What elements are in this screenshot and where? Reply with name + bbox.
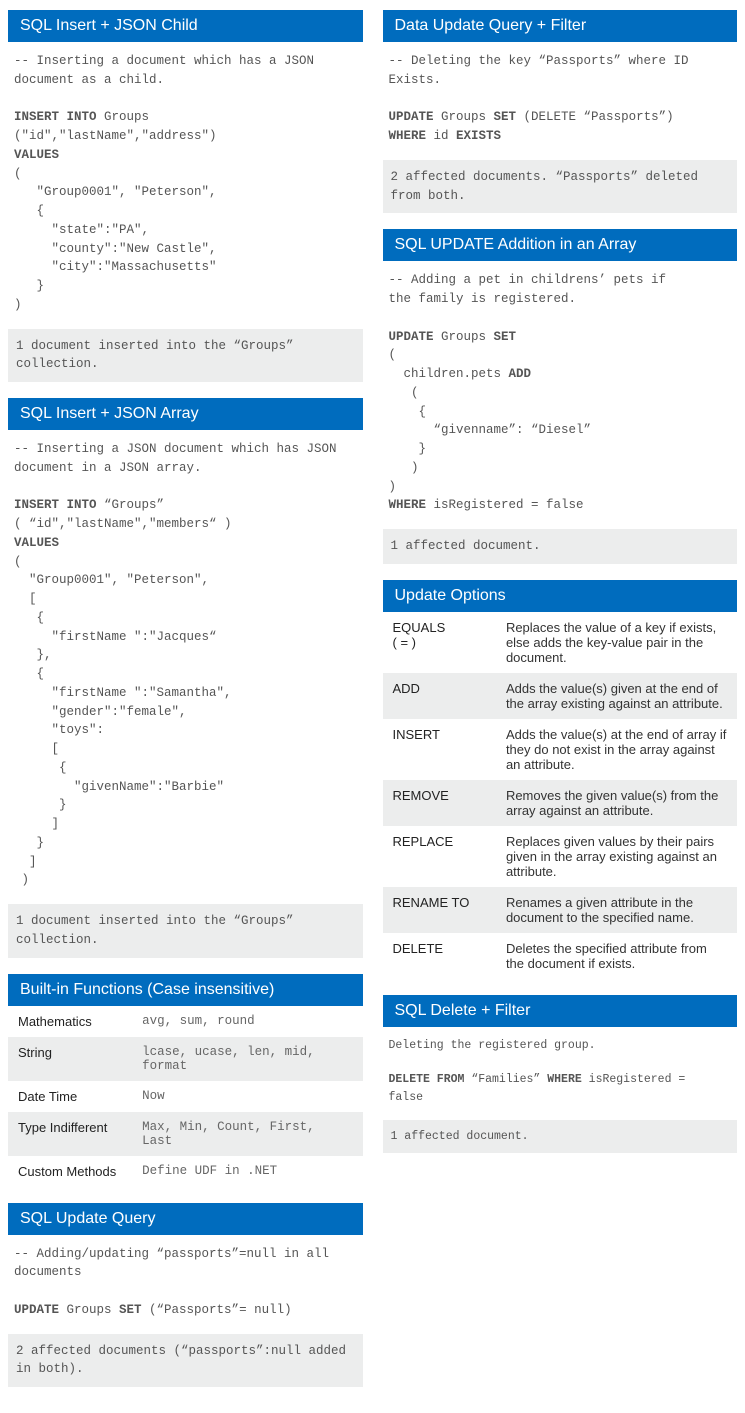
table-row: REMOVE Removes the given value(s) from t…	[383, 780, 738, 826]
code-insert-child: -- Inserting a document which has a JSON…	[8, 42, 363, 329]
card-builtin-functions: Built-in Functions (Case insensitive) Ma…	[8, 974, 363, 1187]
heading-delete-filter: SQL Delete + Filter	[383, 995, 738, 1027]
table-row: Mathematics avg, sum, round	[8, 1006, 363, 1037]
result-delete-filter: 1 affected document.	[383, 1120, 738, 1153]
result-update-query: 2 affected documents (“passports”:null a…	[8, 1334, 363, 1388]
builtins-table: Mathematics avg, sum, round String lcase…	[8, 1006, 363, 1187]
builtin-category: Custom Methods	[8, 1156, 132, 1187]
option-key: EQUALS ( = )	[383, 612, 496, 673]
code-delete-filter: Deleting the registered group. DELETE FR…	[383, 1027, 738, 1120]
option-description: Replaces the value of a key if exists, e…	[496, 612, 737, 673]
result-update-addition: 1 affected document.	[383, 529, 738, 564]
code-update-addition: -- Adding a pet in childrens’ pets if th…	[383, 261, 738, 529]
builtin-values: avg, sum, round	[132, 1006, 362, 1037]
builtin-category: Date Time	[8, 1081, 132, 1112]
code-update-filter: -- Deleting the key “Passports” where ID…	[383, 42, 738, 160]
option-description: Removes the given value(s) from the arra…	[496, 780, 737, 826]
table-row: DELETE Deletes the specified attribute f…	[383, 933, 738, 979]
heading-insert-child: SQL Insert + JSON Child	[8, 10, 363, 42]
heading-insert-array: SQL Insert + JSON Array	[8, 398, 363, 430]
table-row: Date Time Now	[8, 1081, 363, 1112]
builtin-values: lcase, ucase, len, mid, format	[132, 1037, 362, 1081]
card-insert-json-array: SQL Insert + JSON Array -- Inserting a J…	[8, 398, 363, 958]
option-description: Renames a given attribute in the documen…	[496, 887, 737, 933]
table-row: ADD Adds the value(s) given at the end o…	[383, 673, 738, 719]
card-insert-json-child: SQL Insert + JSON Child -- Inserting a d…	[8, 10, 363, 382]
table-row: Type Indifferent Max, Min, Count, First,…	[8, 1112, 363, 1156]
card-update-options: Update Options EQUALS ( = ) Replaces the…	[383, 580, 738, 979]
option-description: Adds the value(s) given at the end of th…	[496, 673, 737, 719]
result-insert-child: 1 document inserted into the “Groups” co…	[8, 329, 363, 383]
code-insert-array: -- Inserting a JSON document which has J…	[8, 430, 363, 904]
code-update-query: -- Adding/updating “passports”=null in a…	[8, 1235, 363, 1334]
option-key: RENAME TO	[383, 887, 496, 933]
table-row: INSERT Adds the value(s) at the end of a…	[383, 719, 738, 780]
heading-update-filter: Data Update Query + Filter	[383, 10, 738, 42]
card-data-update-filter: Data Update Query + Filter -- Deleting t…	[383, 10, 738, 213]
builtin-values: Now	[132, 1081, 362, 1112]
left-column: SQL Insert + JSON Child -- Inserting a d…	[8, 10, 363, 1403]
option-description: Adds the value(s) at the end of array if…	[496, 719, 737, 780]
table-row: String lcase, ucase, len, mid, format	[8, 1037, 363, 1081]
update-options-table: EQUALS ( = ) Replaces the value of a key…	[383, 612, 738, 979]
table-row: Custom Methods Define UDF in .NET	[8, 1156, 363, 1187]
option-key: ADD	[383, 673, 496, 719]
option-key: DELETE	[383, 933, 496, 979]
option-description: Replaces given values by their pairs giv…	[496, 826, 737, 887]
heading-update-options: Update Options	[383, 580, 738, 612]
heading-update-query: SQL Update Query	[8, 1203, 363, 1235]
table-row: REPLACE Replaces given values by their p…	[383, 826, 738, 887]
builtin-values: Max, Min, Count, First, Last	[132, 1112, 362, 1156]
heading-update-addition: SQL UPDATE Addition in an Array	[383, 229, 738, 261]
builtin-category: Mathematics	[8, 1006, 132, 1037]
table-row: RENAME TO Renames a given attribute in t…	[383, 887, 738, 933]
builtin-category: Type Indifferent	[8, 1112, 132, 1156]
builtin-values: Define UDF in .NET	[132, 1156, 362, 1187]
option-key: INSERT	[383, 719, 496, 780]
result-insert-array: 1 document inserted into the “Groups” co…	[8, 904, 363, 958]
heading-builtins: Built-in Functions (Case insensitive)	[8, 974, 363, 1006]
option-description: Deletes the specified attribute from the…	[496, 933, 737, 979]
card-sql-update-addition: SQL UPDATE Addition in an Array -- Addin…	[383, 229, 738, 564]
card-sql-update-query: SQL Update Query -- Adding/updating “pas…	[8, 1203, 363, 1388]
option-key: REMOVE	[383, 780, 496, 826]
builtin-category: String	[8, 1037, 132, 1081]
card-sql-delete-filter: SQL Delete + Filter Deleting the registe…	[383, 995, 738, 1153]
table-row: EQUALS ( = ) Replaces the value of a key…	[383, 612, 738, 673]
right-column: Data Update Query + Filter -- Deleting t…	[383, 10, 738, 1403]
option-key: REPLACE	[383, 826, 496, 887]
result-update-filter: 2 affected documents. “Passports” delete…	[383, 160, 738, 214]
